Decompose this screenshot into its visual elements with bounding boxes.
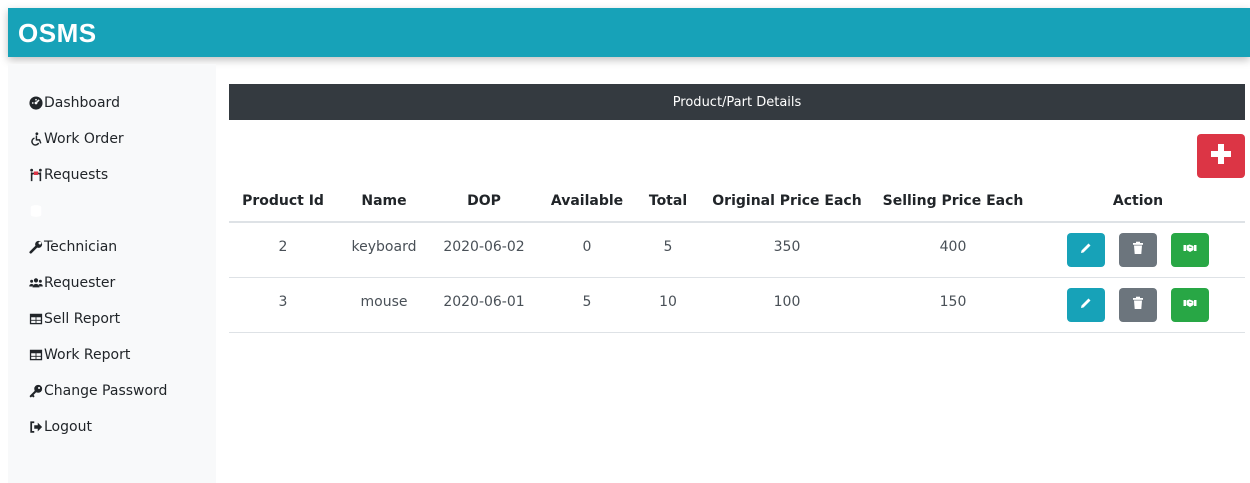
sidebar: Dashboard Work Order Requests Assets Tec… [8,64,216,483]
delete-button[interactable] [1119,287,1157,322]
column-header: Name [337,180,431,223]
column-header: DOP [431,180,537,223]
product-id-cell: 3 [229,277,337,333]
sidebar-item-label: Work Report [44,347,131,363]
column-header: Original Price Each [699,180,875,223]
panel-title: Product/Part Details [229,84,1245,120]
edit-button[interactable] [1066,287,1105,322]
sell-button[interactable] [1171,287,1210,322]
sidebar-item-requester[interactable]: Requester [28,272,115,294]
table-icon [28,348,43,363]
sidebar-item-label: Requests [44,167,109,183]
dop-cell: 2020-06-02 [431,222,537,278]
product-name-cell: mouse [337,277,431,333]
sidebar-item-label: Technician [44,239,118,255]
wheelchair-icon [28,132,43,147]
top-navbar: OSMS [8,8,1250,57]
total-cell: 10 [637,277,699,333]
table-icon [28,312,43,327]
original-price-cell: 350 [699,222,875,278]
action-cell [1031,277,1245,333]
sidebar-item-assets[interactable]: Assets [28,200,90,222]
brand-logo[interactable]: OSMS [18,18,97,49]
selling-price-cell: 150 [875,277,1031,333]
handshake-icon [1183,296,1197,314]
sidebar-item-label: Dashboard [44,95,120,111]
key-icon [28,384,43,399]
table-header-row: Product Id Name DOP Available Total Orig… [229,180,1245,223]
column-header: Action [1031,180,1245,223]
sidebar-item-label: Sell Report [44,311,121,327]
product-name-cell: keyboard [337,222,431,278]
handshake-icon [1183,241,1197,259]
table-row: 3 mouse 2020-06-01 5 10 100 150 [229,277,1245,333]
original-price-cell: 100 [699,277,875,333]
trash-icon [1131,296,1145,314]
sidebar-item-sell-report[interactable]: Sell Report [28,308,120,330]
dashboard-icon [28,96,43,111]
table-row: 2 keyboard 2020-06-02 0 5 350 400 [229,222,1245,278]
product-id-cell: 2 [229,222,337,278]
dop-cell: 2020-06-01 [431,277,537,333]
sidebar-item-label: Assets [44,203,90,219]
sidebar-item-label: Requester [44,275,116,291]
column-header: Available [537,180,637,223]
pencil-icon [1079,241,1093,259]
action-cell [1031,222,1245,278]
column-header: Product Id [229,180,337,223]
column-header: Selling Price Each [875,180,1031,223]
sidebar-item-change-password[interactable]: Change Password [28,380,167,402]
available-cell: 0 [537,222,637,278]
delete-button[interactable] [1119,233,1157,267]
sidebar-item-logout[interactable]: Logout [28,416,92,438]
sign-out-icon [28,420,43,435]
people-carry-icon [28,168,43,183]
sidebar-item-technician[interactable]: Technician [28,236,117,258]
selling-price-cell: 400 [875,222,1031,278]
add-product-button[interactable] [1197,134,1245,178]
sidebar-item-label: Change Password [44,383,168,399]
product-table: Product Id Name DOP Available Total Orig… [229,180,1245,333]
pencil-icon [1079,296,1093,314]
sell-button[interactable] [1171,233,1210,267]
sidebar-item-work-report[interactable]: Work Report [28,344,130,366]
column-header: Total [637,180,699,223]
trash-icon [1131,241,1145,259]
total-cell: 5 [637,222,699,278]
wrench-icon [28,240,43,255]
plus-icon [1210,143,1232,169]
sidebar-item-label: Logout [44,419,92,435]
sidebar-item-requests[interactable]: Requests [28,164,108,186]
sidebar-item-work-order[interactable]: Work Order [28,128,124,150]
sidebar-item-label: Work Order [44,131,124,147]
users-icon [28,276,43,291]
available-cell: 5 [537,277,637,333]
database-icon [28,204,43,219]
edit-button[interactable] [1066,233,1105,267]
sidebar-item-dashboard[interactable]: Dashboard [28,92,120,114]
